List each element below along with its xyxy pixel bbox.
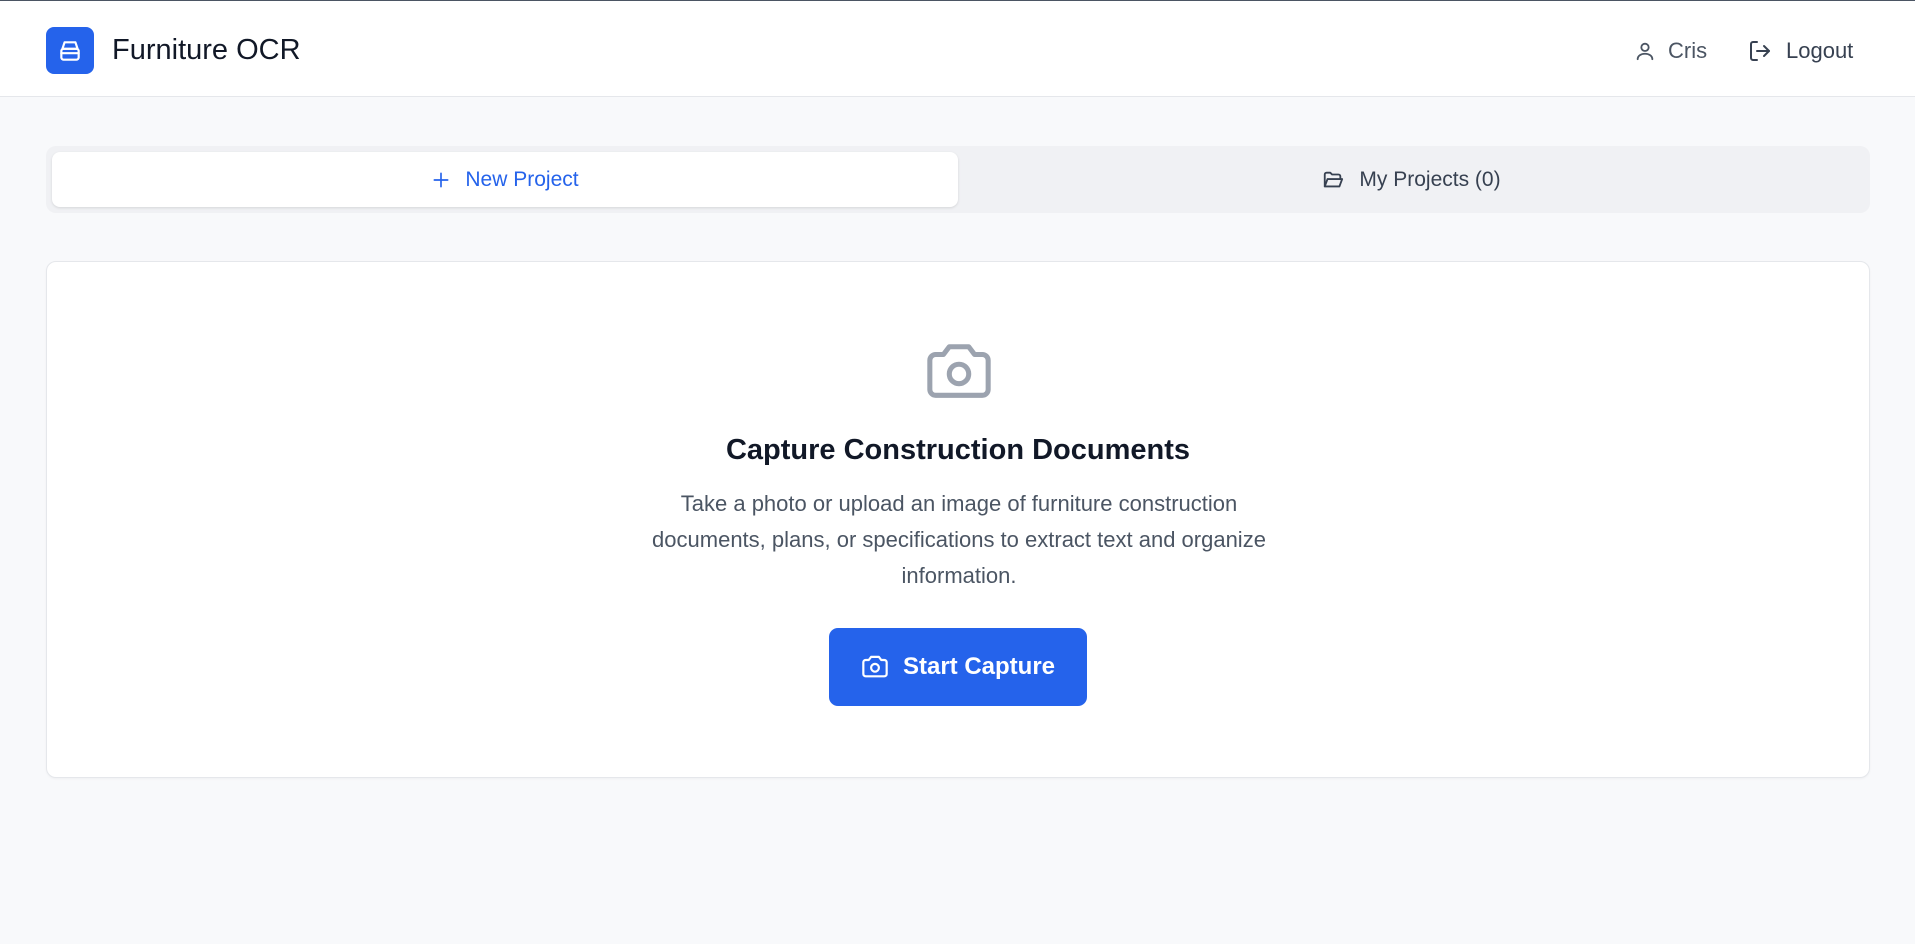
app-title: Furniture OCR bbox=[112, 34, 301, 66]
capture-card: Capture Construction Documents Take a ph… bbox=[46, 261, 1870, 778]
tab-my-projects-label: My Projects (0) bbox=[1359, 167, 1501, 191]
logout-icon bbox=[1750, 41, 1770, 61]
logout-button[interactable]: Logout bbox=[1748, 35, 1853, 67]
capture-title: Capture Construction Documents bbox=[725, 434, 1191, 466]
project-tabs: New Project My Projects (0) bbox=[46, 146, 1870, 213]
start-capture-label: Start Capture bbox=[902, 653, 1056, 680]
tab-new-project[interactable]: New Project bbox=[52, 152, 958, 207]
user-menu[interactable]: Cris bbox=[1634, 35, 1707, 67]
user-name: Cris bbox=[1668, 38, 1708, 63]
plus-icon bbox=[433, 172, 449, 187]
user-icon bbox=[1636, 42, 1654, 61]
camera-icon bbox=[927, 344, 991, 398]
storage-box-icon bbox=[60, 40, 80, 61]
start-capture-button[interactable]: Start Capture bbox=[829, 628, 1087, 706]
app-logo bbox=[46, 27, 94, 74]
tab-new-project-label: New Project bbox=[465, 167, 579, 191]
capture-description: Take a photo or upload an image of furni… bbox=[652, 491, 1266, 588]
tab-my-projects[interactable]: My Projects (0) bbox=[958, 152, 1864, 207]
folder-open-icon bbox=[1324, 171, 1344, 187]
camera-icon bbox=[862, 655, 888, 678]
top-navigation-bar: Furniture OCR Cris Logout bbox=[0, 0, 1915, 97]
logout-label: Logout bbox=[1786, 38, 1854, 63]
